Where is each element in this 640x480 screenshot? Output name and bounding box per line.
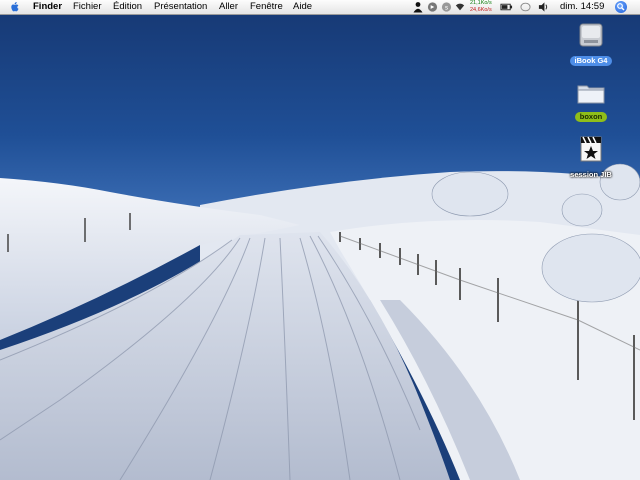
folder-icon [577, 85, 605, 104]
clapper-document-icon [580, 136, 602, 162]
status-icon[interactable]: s [441, 1, 452, 13]
clock[interactable]: dim. 14:59 [560, 1, 604, 13]
battery-icon[interactable] [500, 1, 513, 13]
desktop-icon-boxon[interactable]: boxon [556, 80, 626, 124]
desktop-icon-label: session JIB [570, 170, 612, 179]
desktop-icon-label: iBook G4 [569, 56, 613, 66]
menu-edition[interactable]: Édition [113, 1, 142, 13]
spotlight-icon[interactable] [615, 1, 627, 13]
hard-disk-icon [579, 23, 603, 47]
desktop-icon-session-jib[interactable]: session JIB [556, 134, 626, 182]
menu-aller[interactable]: Aller [219, 1, 238, 13]
volume-icon[interactable] [538, 1, 549, 13]
user-icon[interactable] [412, 1, 424, 13]
menu-presentation[interactable]: Présentation [154, 1, 207, 13]
desktop-icon-ibook-g4[interactable]: iBook G4 [556, 20, 626, 68]
wifi-icon[interactable] [455, 1, 465, 13]
menu-finder[interactable]: Finder [33, 1, 62, 13]
menu-fichier[interactable]: Fichier [73, 1, 102, 13]
network-speed-monitor: 21,1Ko/s 24,6Ko/s [470, 0, 492, 13]
apple-menu-icon[interactable] [9, 1, 21, 13]
desktop-wallpaper [0, 15, 640, 480]
desktop-icon-label: boxon [574, 112, 608, 122]
menu-bar: Finder Fichier Édition Présentation Alle… [0, 0, 640, 15]
menu-fenetre[interactable]: Fenêtre [250, 1, 283, 13]
net-down-readout: 24,6Ko/s [470, 6, 492, 13]
net-up-readout: 21,1Ko/s [470, 0, 492, 6]
menu-aide[interactable]: Aide [293, 1, 312, 13]
sync-icon[interactable] [427, 1, 438, 13]
bluetooth-icon[interactable] [520, 1, 531, 13]
